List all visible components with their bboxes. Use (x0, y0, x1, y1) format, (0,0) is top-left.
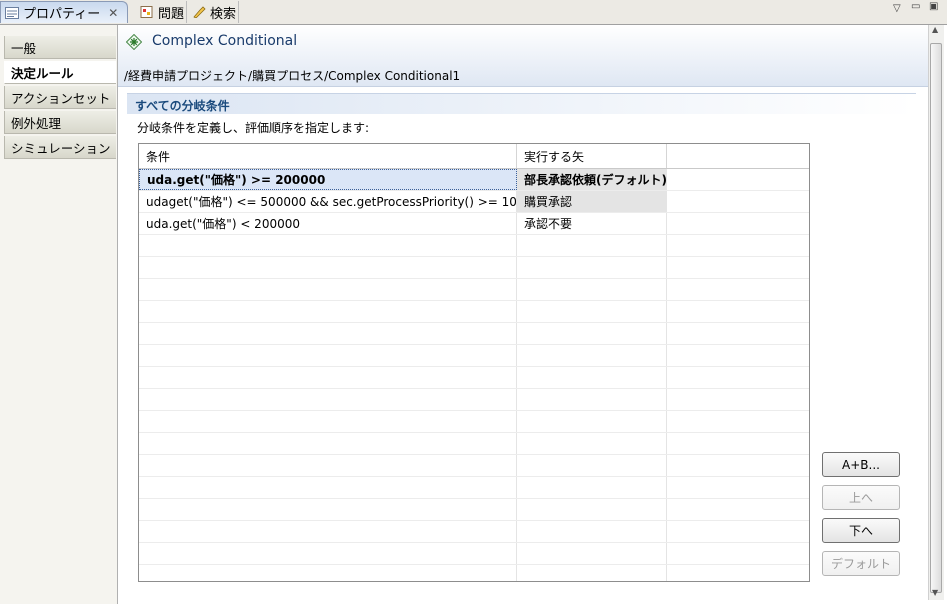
action-cell[interactable]: 部長承認依頼(デフォルト) (517, 169, 667, 190)
tab-properties-label: プロパティー (23, 7, 101, 22)
move-up-button[interactable]: 上へ (822, 485, 900, 510)
empty-cell (139, 279, 517, 300)
empty-cell (517, 389, 667, 410)
section-description: 分岐条件を定義し、評価順序を指定します: (137, 121, 370, 135)
empty-cell (517, 565, 667, 581)
empty-cell (517, 235, 667, 256)
action-cell[interactable]: 承認不要 (517, 213, 667, 234)
condition-cell[interactable]: uda.get("価格") < 200000 (139, 213, 517, 234)
set-default-button[interactable]: デフォルト (822, 551, 900, 576)
sidebar-item-label: シミュレーション (11, 140, 111, 156)
empty-table-row (139, 345, 809, 367)
tab-problems[interactable]: 問題 (137, 1, 187, 23)
empty-cell (517, 279, 667, 300)
empty-cell (517, 477, 667, 498)
empty-table-row (139, 367, 809, 389)
section-header: すべての分岐条件 (127, 93, 916, 114)
section-title: すべての分岐条件 (135, 99, 230, 113)
tab-search-label: 検索 (210, 6, 237, 22)
empty-table-row (139, 257, 809, 279)
empty-cell (139, 521, 517, 542)
empty-cell (139, 345, 517, 366)
empty-table-row (139, 301, 809, 323)
problems-icon (140, 6, 154, 18)
empty-cell (139, 433, 517, 454)
empty-table-row (139, 433, 809, 455)
empty-cell (139, 455, 517, 476)
sidebar-item-general[interactable]: 一般 (4, 36, 116, 59)
move-down-button[interactable]: 下へ (822, 518, 900, 543)
page-title: Complex Conditional (152, 33, 298, 49)
view-menu-icon[interactable]: ▽ (893, 3, 901, 14)
empty-cell (139, 367, 517, 388)
empty-cell (139, 543, 517, 564)
empty-cell (517, 521, 667, 542)
sidebar-item-label: 一般 (11, 40, 37, 56)
empty-cell (139, 565, 517, 581)
condition-cell[interactable]: uda.get("価格") >= 200000 (139, 169, 517, 190)
table-row[interactable]: uda.get("価格") >= 200000 部長承認依頼(デフォルト) (139, 169, 809, 191)
scroll-up-icon[interactable]: ▲ (932, 25, 938, 34)
column-header-condition[interactable]: 条件 (139, 144, 517, 168)
empty-cell (139, 411, 517, 432)
complex-conditional-icon (125, 33, 143, 51)
empty-cell (517, 257, 667, 278)
sidebar-item-action-sets[interactable]: アクションセット (4, 86, 116, 109)
empty-cell (517, 455, 667, 476)
sidebar-item-label: アクションセット (11, 90, 111, 106)
sidebar-item-label: 決定ルール (11, 65, 74, 81)
empty-table-row (139, 565, 809, 581)
empty-table-row (139, 279, 809, 301)
scroll-down-icon[interactable]: ▼ (932, 588, 938, 597)
empty-cell (517, 323, 667, 344)
empty-cell (517, 345, 667, 366)
properties-icon (5, 6, 19, 19)
empty-table-row (139, 323, 809, 345)
minimize-icon[interactable]: ▭ (911, 1, 920, 12)
sidebar-item-label: 例外処理 (11, 115, 62, 131)
breadcrumb: /経費申請プロジェクト/購買プロセス/Complex Conditional1 (124, 69, 461, 83)
conditions-table: 条件 実行する矢 uda.get("価格") >= 200000 部長承認依頼(… (138, 143, 810, 582)
table-row[interactable]: udaget("価格") <= 500000 && sec.getProcess… (139, 191, 809, 213)
empty-cell (517, 433, 667, 454)
empty-cell (517, 367, 667, 388)
empty-cell (139, 323, 517, 344)
empty-table-row (139, 543, 809, 565)
column-header-action[interactable]: 実行する矢 (517, 144, 667, 168)
empty-cell (517, 543, 667, 564)
properties-header: Complex Conditional /経費申請プロジェクト/購買プロセス/C… (118, 25, 928, 87)
tab-properties[interactable]: プロパティー ✕ (0, 1, 128, 23)
action-cell[interactable]: 購買承認 (517, 191, 667, 212)
empty-cell (139, 257, 517, 278)
empty-cell (517, 499, 667, 520)
table-row[interactable]: uda.get("価格") < 200000 承認不要 (139, 213, 809, 235)
maximize-icon[interactable]: ▣ (929, 1, 938, 12)
empty-cell (139, 301, 517, 322)
add-condition-button[interactable]: A+B... (822, 452, 900, 477)
empty-table-row (139, 411, 809, 433)
table-header: 条件 実行する矢 (139, 144, 809, 169)
empty-table-row (139, 389, 809, 411)
empty-table-row (139, 235, 809, 257)
condition-cell[interactable]: udaget("価格") <= 500000 && sec.getProcess… (139, 191, 517, 212)
sidebar-item-decision-rules[interactable]: 決定ルール (4, 61, 116, 84)
empty-cell (139, 389, 517, 410)
sidebar-item-simulation[interactable]: シミュレーション (4, 136, 116, 159)
empty-table-row (139, 455, 809, 477)
empty-cell (139, 235, 517, 256)
sidebar-item-exception-handling[interactable]: 例外処理 (4, 111, 116, 134)
empty-cell (517, 301, 667, 322)
tab-problems-label: 問題 (158, 6, 185, 22)
tab-search[interactable]: 検索 (189, 1, 239, 23)
search-icon (192, 6, 206, 19)
empty-cell (139, 477, 517, 498)
empty-cell (139, 499, 517, 520)
close-icon[interactable]: ✕ (108, 6, 118, 20)
empty-cell (517, 411, 667, 432)
empty-table-row (139, 477, 809, 499)
vertical-scrollbar[interactable]: ▲ ▼ (928, 25, 944, 600)
empty-table-row (139, 521, 809, 543)
empty-table-row (139, 499, 809, 521)
scrollbar-thumb[interactable] (930, 43, 942, 593)
